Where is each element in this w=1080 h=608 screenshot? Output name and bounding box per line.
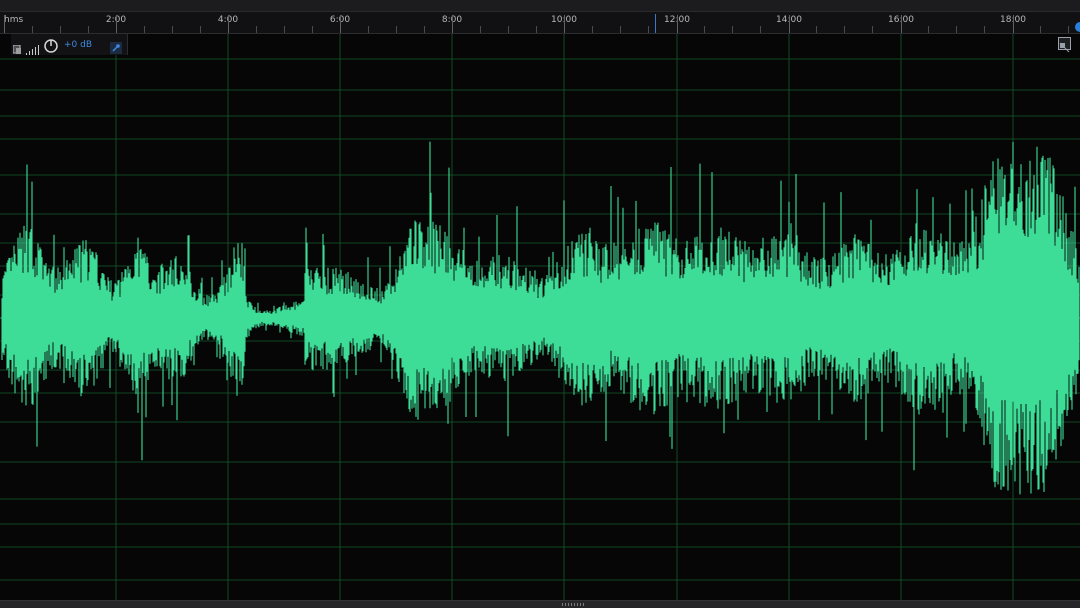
pin-icon[interactable] [110,39,123,54]
ruler-minor-tick [732,26,733,33]
waveform [1,141,1080,495]
hud-toolbar: +0 dB [11,34,128,55]
playhead-marker[interactable] [655,14,656,33]
ruler-minor-tick [396,26,397,33]
time-ruler[interactable]: hms 2:00 4:00 6:00 8:00 10:00 12:00 14:0… [0,12,1080,34]
ruler-major-tick [340,15,341,33]
ruler-minor-tick [256,26,257,33]
power-dial-icon[interactable] [44,38,58,53]
gain-label[interactable]: +0 dB [64,40,92,50]
ruler-minor-tick [956,26,957,33]
ruler-major-tick [228,15,229,33]
ruler-major-tick [789,15,790,33]
ruler-minor-tick [172,26,173,33]
track-indicator-icon[interactable] [12,40,22,54]
signal-bars-icon[interactable] [26,40,40,55]
time-format-label[interactable]: hms [4,15,23,25]
ruler-major-tick [1013,15,1014,33]
waveform-trace [1,141,1080,495]
resize-grip-icon[interactable] [562,603,584,606]
ruler-minor-tick [284,26,285,33]
ruler-major-tick [452,15,453,33]
ruler-major-tick [901,15,902,33]
ruler-minor-tick [1068,26,1069,33]
ruler-minor-tick [928,26,929,33]
ruler-minor-tick [536,26,537,33]
ruler-minor-tick [760,26,761,33]
ruler-minor-tick [704,26,705,33]
ruler-minor-tick [368,26,369,33]
ruler-minor-tick [620,26,621,33]
waveform-editor-window: hms 2:00 4:00 6:00 8:00 10:00 12:00 14:0… [0,0,1080,608]
ruler-minor-tick [844,26,845,33]
ruler-minor-tick [312,26,313,33]
zoom-corner-icon[interactable] [1058,37,1071,53]
ruler-minor-tick [592,26,593,33]
ruler-minor-tick [424,26,425,33]
ruler-minor-tick [872,26,873,33]
ruler-minor-tick [508,26,509,33]
ruler-major-tick [4,15,5,33]
ruler-minor-tick [60,26,61,33]
ruler-minor-tick [816,26,817,33]
ruler-minor-tick [648,26,649,33]
ruler-minor-tick [144,26,145,33]
ruler-major-tick [116,15,117,33]
ruler-minor-tick [480,26,481,33]
ruler-minor-tick [32,26,33,33]
waveform-canvas[interactable] [0,34,1080,600]
ruler-minor-tick [88,26,89,33]
waveform-display[interactable] [0,34,1080,600]
top-toolbar-strip [0,0,1080,12]
ruler-minor-tick [200,26,201,33]
ruler-major-tick [564,15,565,33]
end-marker[interactable] [1075,22,1080,32]
ruler-minor-tick [1040,26,1041,33]
ruler-minor-tick [984,26,985,33]
ruler-major-tick [677,15,678,33]
